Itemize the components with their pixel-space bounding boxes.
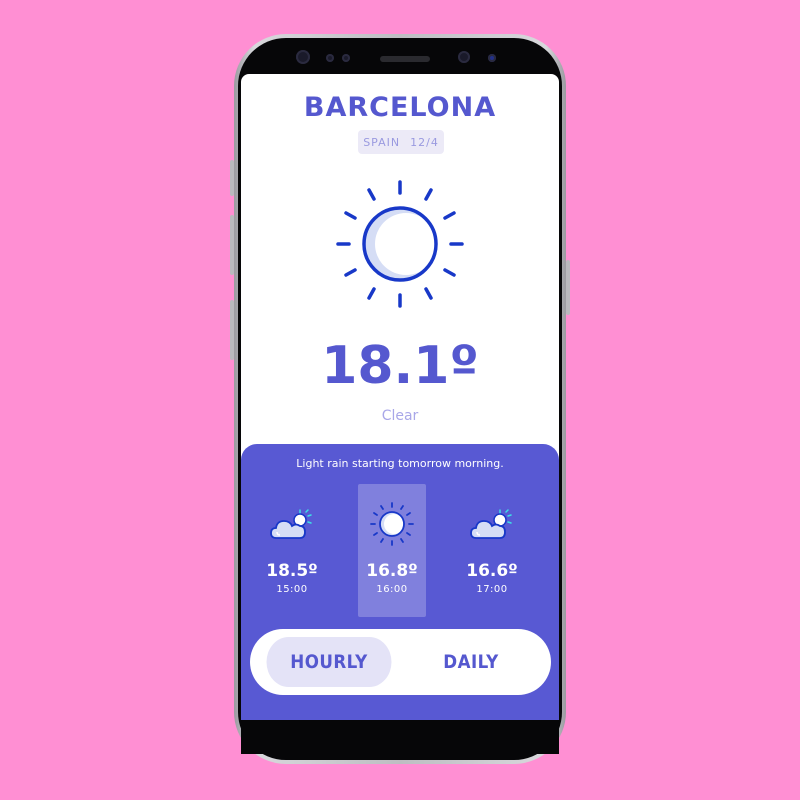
app-screen: BARCELONA SPAIN 12/4 18.1º Clear Light r… [241, 74, 559, 720]
sensor-icon [326, 54, 334, 62]
sensor-icon [488, 54, 496, 62]
city-name: BARCELONA [303, 92, 497, 123]
location-tag: SPAIN 12/4 [358, 130, 444, 154]
earpiece-speaker [380, 56, 430, 62]
iris-scanner-icon [458, 51, 470, 63]
front-camera-icon [296, 50, 310, 64]
power-button [566, 260, 570, 315]
side-button [230, 160, 234, 196]
sun-icon [336, 180, 464, 308]
hour-time: 15:00 [276, 584, 308, 595]
current-condition: Clear [381, 408, 419, 424]
hour-card-1600[interactable]: 16.8º 16:00 [358, 484, 426, 617]
view-toggle: HOURLY DAILY [250, 629, 551, 695]
partly-cloudy-icon [470, 509, 512, 539]
current-temperature: 18.1º [321, 336, 479, 396]
hour-temperature: 16.8º [366, 561, 418, 581]
country-label: SPAIN [363, 135, 401, 149]
side-button [230, 300, 234, 360]
sun-icon [370, 502, 414, 546]
side-button [230, 215, 234, 275]
forecast-note: Light rain starting tomorrow morning. [296, 457, 504, 470]
hour-time: 16:00 [376, 584, 408, 595]
sensor-icon [342, 54, 350, 62]
hour-card-1700[interactable]: 16.6º 17:00 [458, 484, 526, 617]
hour-time: 17:00 [476, 584, 508, 595]
hour-temperature: 18.5º [266, 561, 318, 581]
hour-temperature: 16.6º [466, 561, 518, 581]
forecast-panel: Light rain starting tomorrow morning. 18… [241, 444, 559, 720]
partly-cloudy-icon [270, 509, 312, 539]
date-label: 12/4 [410, 135, 439, 149]
hourly-tab[interactable]: HOURLY [266, 637, 392, 687]
daily-tab[interactable]: DAILY [409, 637, 534, 687]
hour-card-1500[interactable]: 18.5º 15:00 [258, 484, 326, 617]
bottom-bezel [241, 720, 559, 754]
